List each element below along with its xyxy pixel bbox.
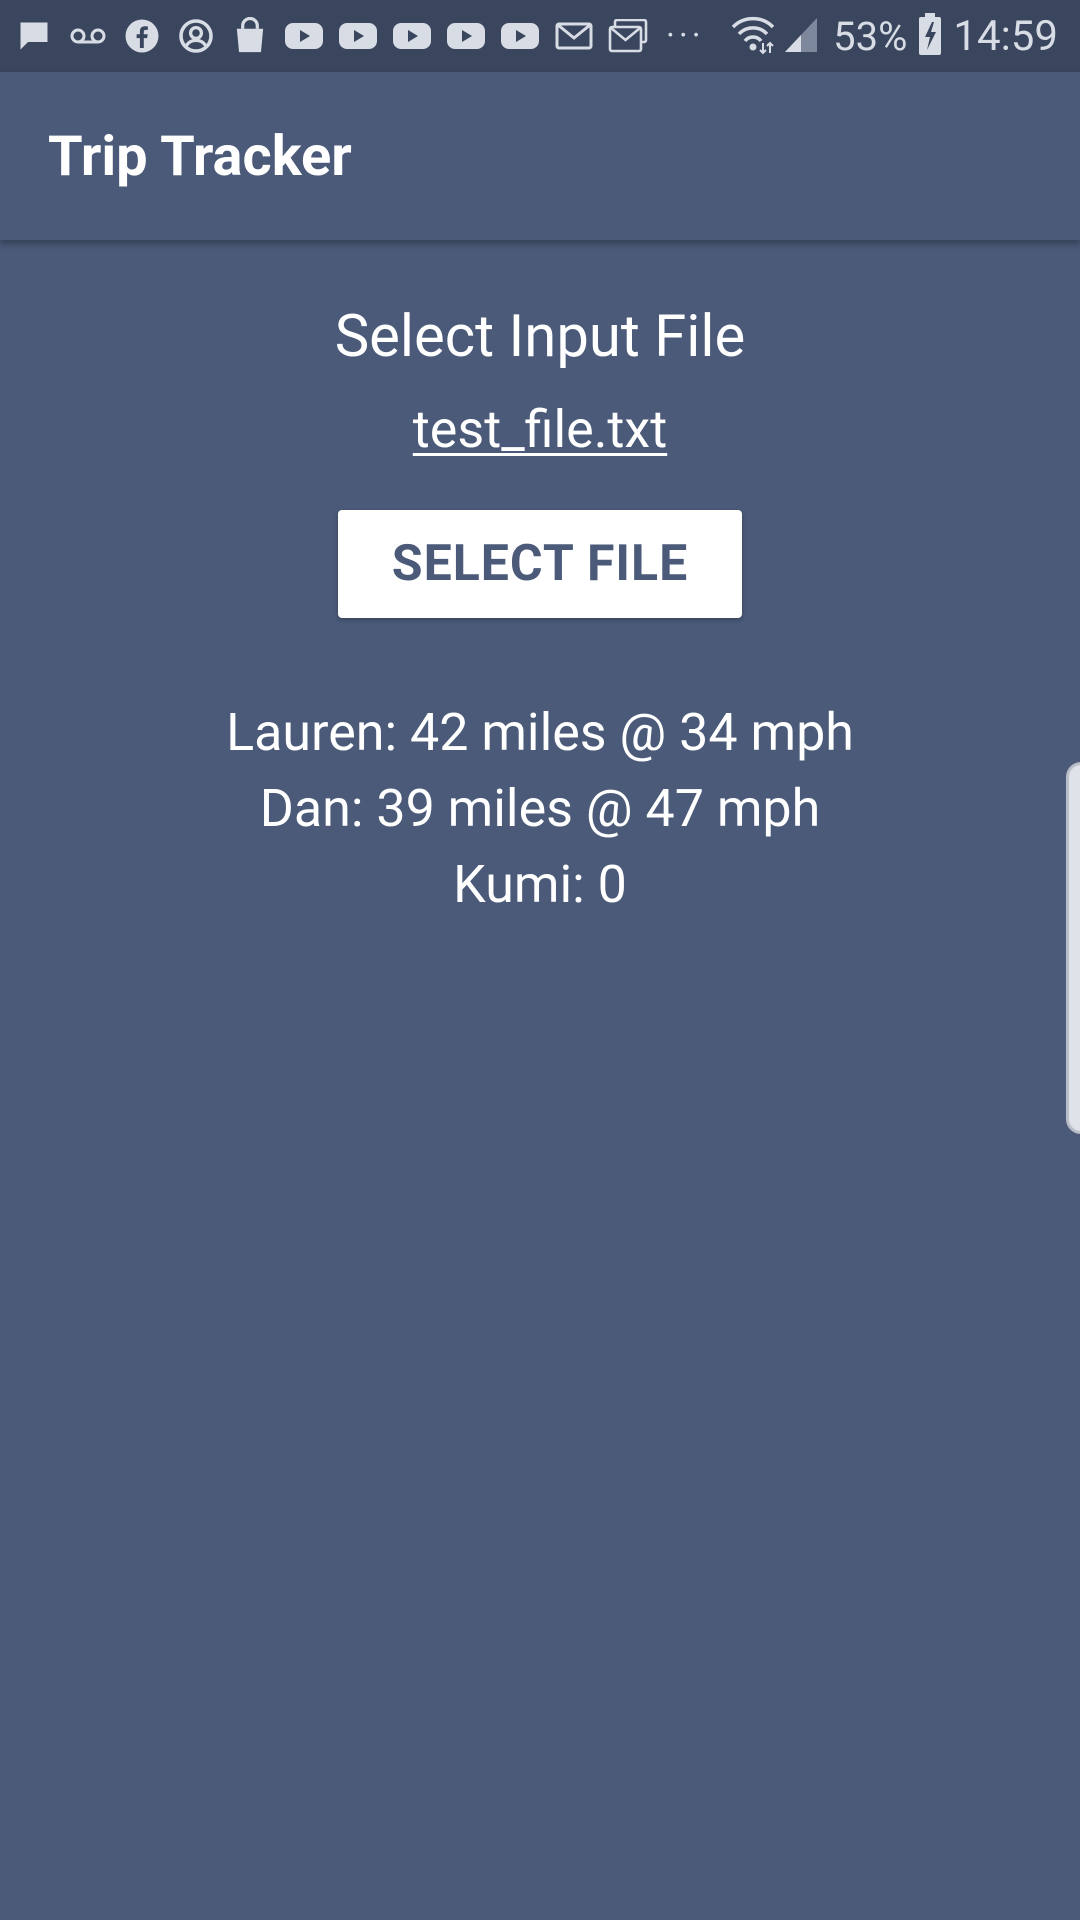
youtube-icon	[446, 16, 486, 56]
wifi-icon	[729, 13, 777, 59]
notification-icons: ···	[14, 14, 705, 58]
system-icons: 53% 14:59	[729, 10, 1058, 62]
youtube-icon	[284, 16, 324, 56]
result-line: Dan: 39 miles @ 47 mph	[259, 778, 821, 839]
app-bar: Trip Tracker	[0, 72, 1080, 240]
result-line: Kumi: 0	[453, 854, 627, 915]
mail-stack-icon	[608, 16, 648, 56]
youtube-icon	[392, 16, 432, 56]
youtube-icon	[500, 16, 540, 56]
gmail-icon	[554, 16, 594, 56]
account-icon	[176, 16, 216, 56]
youtube-icon	[338, 16, 378, 56]
battery-charging-icon	[917, 12, 943, 60]
app-title: Trip Tracker	[48, 123, 352, 189]
message-icon	[14, 16, 54, 56]
facebook-icon	[122, 16, 162, 56]
selected-file-name[interactable]: test_file.txt	[0, 398, 1080, 462]
trip-results: Lauren: 42 miles @ 34 mph Dan: 39 miles …	[0, 695, 1080, 923]
edge-panel-handle[interactable]	[1066, 762, 1080, 1134]
shopping-bag-icon	[230, 16, 270, 56]
clock: 14:59	[953, 11, 1058, 61]
result-line: Lauren: 42 miles @ 34 mph	[226, 702, 854, 763]
select-file-button[interactable]: SELECT FILE	[338, 510, 742, 618]
more-notifications-indicator: ···	[666, 16, 705, 56]
status-bar: ··· 53% 14:59	[0, 0, 1080, 72]
signal-icon	[783, 14, 819, 58]
section-title: Select Input File	[334, 303, 746, 371]
voicemail-icon	[68, 16, 108, 56]
battery-percent: 53%	[833, 12, 908, 60]
